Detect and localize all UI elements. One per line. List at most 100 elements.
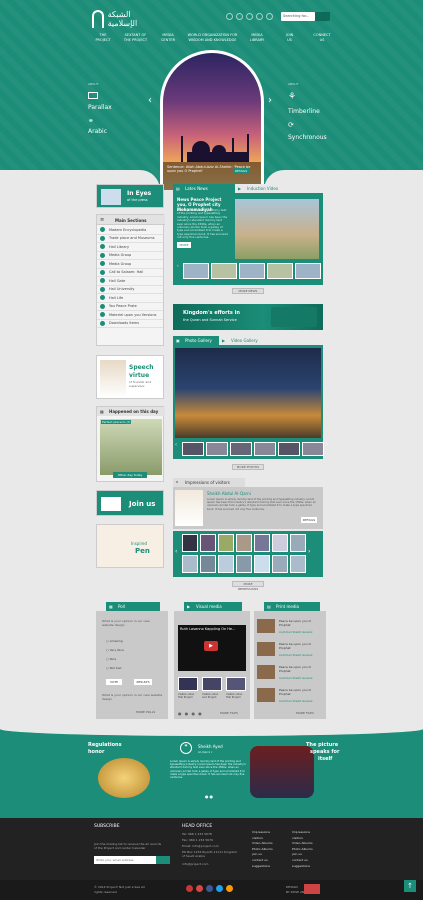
hero-left-label2[interactable]: Arabic bbox=[88, 128, 107, 135]
section-item[interactable]: Materiel upon you Versions bbox=[97, 311, 163, 320]
happened-button[interactable]: Other day today bbox=[113, 472, 147, 478]
tab-induction-video[interactable]: ▶ Induction Video bbox=[235, 184, 323, 193]
section-item[interactable]: Call to Salaam: Hall bbox=[97, 269, 163, 277]
more-polls-link[interactable]: MORE POLLS bbox=[136, 710, 155, 714]
press-box[interactable]: In Eyes of the press bbox=[96, 184, 164, 208]
section-item[interactable]: Media Group bbox=[97, 252, 163, 260]
video-thumb[interactable] bbox=[178, 677, 198, 691]
join-box[interactable]: Join us bbox=[96, 490, 164, 516]
gallery-thumb[interactable] bbox=[230, 442, 252, 456]
thumb-prev-arrow[interactable]: ‹ bbox=[177, 263, 181, 277]
news-thumb[interactable] bbox=[267, 263, 293, 279]
footer-link[interactable]: Impressions bbox=[252, 830, 273, 836]
gallery-thumb[interactable] bbox=[182, 442, 204, 456]
news-more-button[interactable]: MORE bbox=[177, 242, 191, 248]
impression-thumb[interactable] bbox=[182, 534, 198, 552]
impression-thumb[interactable] bbox=[218, 534, 234, 552]
footer-link[interactable]: Impressions bbox=[292, 830, 313, 836]
subscribe-button[interactable] bbox=[156, 856, 170, 864]
impression-thumb[interactable] bbox=[182, 555, 198, 573]
search-button[interactable] bbox=[315, 12, 330, 21]
news-thumb[interactable] bbox=[295, 263, 321, 279]
band-pager-dots[interactable]: ●● bbox=[205, 794, 214, 799]
thumb-prev-arrow[interactable]: ‹ bbox=[175, 534, 180, 572]
nav-item-connect[interactable]: CONNECT US bbox=[309, 33, 335, 43]
nav-item-join[interactable]: JOIN US bbox=[277, 33, 303, 43]
more-news-link[interactable]: MORE NEWS bbox=[232, 288, 264, 294]
more-photos-link[interactable]: MORE PHOTOS bbox=[232, 464, 264, 470]
gallery-thumb[interactable] bbox=[206, 442, 228, 456]
print-item[interactable]: Peace be upon you O Prophet Al-Ahmari Sh… bbox=[257, 617, 323, 639]
vote-button[interactable]: VOTE bbox=[106, 679, 122, 685]
hero-left-label1[interactable]: Parallax bbox=[88, 104, 112, 111]
gallery-thumb[interactable] bbox=[254, 442, 276, 456]
hero-details-button[interactable]: DETAILS bbox=[233, 168, 249, 174]
more-files-link[interactable]: MORE FILES bbox=[220, 711, 238, 715]
nav-item-media-center[interactable]: MEDIA CENTER bbox=[155, 33, 181, 43]
pen-box[interactable]: Inspired Pen bbox=[96, 524, 164, 568]
radio-icon[interactable]: ○ bbox=[106, 657, 109, 661]
more-impressions-link[interactable]: MORE IMPRESSIONS bbox=[232, 581, 264, 591]
radio-icon[interactable]: ○ bbox=[106, 639, 109, 643]
tab-video-gallery[interactable]: ▶ Video Gallery bbox=[219, 336, 323, 345]
google-plus-icon[interactable] bbox=[196, 885, 203, 892]
facebook-icon[interactable] bbox=[226, 13, 233, 20]
nav-item-media-library[interactable]: MEDIA LIBRARY bbox=[244, 33, 270, 43]
footer-link[interactable]: suggestions bbox=[252, 864, 273, 870]
section-item[interactable]: You Peace Prate bbox=[97, 303, 163, 311]
rss-icon[interactable] bbox=[226, 885, 233, 892]
poll-option[interactable]: ○ Very Nice bbox=[106, 648, 124, 652]
footer-link[interactable]: Video Albums bbox=[292, 841, 313, 847]
impression-thumb[interactable] bbox=[272, 534, 288, 552]
impression-thumb[interactable] bbox=[272, 555, 288, 573]
poll-option[interactable]: ○ Amazing bbox=[106, 639, 123, 643]
pager-dots[interactable]: ● ● ● ● bbox=[178, 711, 203, 716]
section-item[interactable]: Hall Gate bbox=[97, 277, 163, 286]
radio-icon[interactable]: ○ bbox=[106, 648, 109, 652]
news-thumb[interactable] bbox=[239, 263, 265, 279]
poll-option[interactable]: ○ Nice bbox=[106, 657, 116, 661]
impression-thumb[interactable] bbox=[236, 555, 252, 573]
youtube-icon[interactable] bbox=[246, 13, 253, 20]
section-item[interactable]: Downloads Items bbox=[97, 320, 163, 328]
print-item[interactable]: Peace be upon you O Prophet Al-Ahmari Sh… bbox=[257, 640, 323, 662]
news-thumb[interactable] bbox=[183, 263, 209, 279]
news-thumb[interactable] bbox=[211, 263, 237, 279]
print-item[interactable]: Peace be upon you O Prophet Al-Ahmari Sh… bbox=[257, 663, 323, 685]
hero-next-arrow[interactable]: › bbox=[268, 95, 272, 106]
picture-title1[interactable]: The picture bbox=[306, 742, 338, 748]
thumb-prev-arrow[interactable]: ‹ bbox=[175, 442, 180, 456]
gallery-thumb[interactable] bbox=[302, 442, 324, 456]
video-player[interactable]: Ruth Losanno Kappling On He... ▶ bbox=[178, 625, 246, 671]
more-print-link[interactable]: MORE FILES bbox=[296, 711, 314, 715]
impression-thumb[interactable] bbox=[200, 534, 216, 552]
search-input[interactable]: Searching for... bbox=[281, 12, 315, 21]
footer-link[interactable]: suggestions bbox=[292, 864, 313, 870]
hero-right-label2[interactable]: Synchronous bbox=[288, 134, 327, 141]
section-item[interactable]: Hall Life bbox=[97, 294, 163, 303]
impression-details-button[interactable]: DETAILS bbox=[301, 517, 317, 523]
radio-icon[interactable]: ○ bbox=[106, 666, 109, 670]
nav-item-project[interactable]: THE PROJECT bbox=[90, 33, 116, 43]
regulations-title[interactable]: Regulations bbox=[88, 742, 122, 748]
hero-right-label1[interactable]: Timberline bbox=[288, 108, 320, 115]
thumb-next-arrow[interactable]: › bbox=[308, 534, 313, 572]
designer-logo[interactable] bbox=[304, 884, 320, 894]
nav-item-world-org[interactable]: WORLD ORGANIZATION FOR WISDOM AND KNOWLED… bbox=[188, 33, 238, 43]
rss-icon[interactable] bbox=[266, 13, 273, 20]
tab-photo-gallery[interactable]: ▣ Photo Gallery bbox=[173, 336, 219, 345]
section-item[interactable]: Media Group bbox=[97, 260, 163, 269]
email-input[interactable]: Write your email address bbox=[94, 856, 156, 864]
impression-thumb[interactable] bbox=[290, 534, 306, 552]
speech-box[interactable]: Speech virtue of founder and supervisor bbox=[96, 355, 164, 399]
impression-thumb[interactable] bbox=[290, 555, 306, 573]
footer-link[interactable]: Video Albums bbox=[252, 841, 273, 847]
section-item[interactable]: Trade place and Museums bbox=[97, 235, 163, 243]
google-plus-icon[interactable] bbox=[256, 13, 263, 20]
nav-item-sextant[interactable]: SEXTANT OF THE PROJECT bbox=[123, 33, 149, 43]
thumb-next-arrow[interactable]: › bbox=[326, 442, 331, 456]
impression-thumb[interactable] bbox=[254, 555, 270, 573]
poll-option[interactable]: ○ Not bad bbox=[106, 666, 121, 670]
impression-thumb[interactable] bbox=[236, 534, 252, 552]
tab-latest-news[interactable]: ▤ Lates News bbox=[173, 184, 235, 193]
